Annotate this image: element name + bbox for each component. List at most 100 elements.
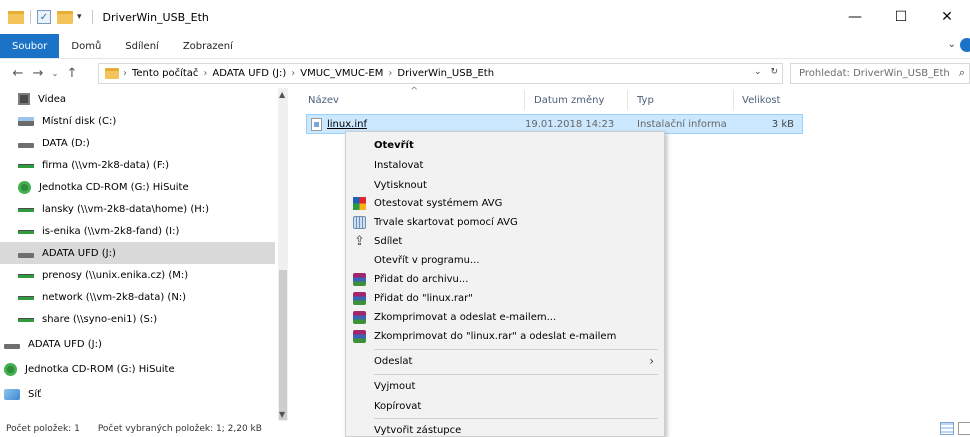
nav-item-j-drive[interactable]: ADATA UFD (J:): [0, 242, 275, 264]
winrar-icon: [353, 310, 366, 324]
menu-separator: [374, 418, 658, 419]
network-drive-icon: [18, 318, 34, 322]
back-button[interactable]: ←: [8, 66, 28, 81]
winrar-icon: [353, 291, 366, 305]
scroll-up-icon[interactable]: ▲: [279, 90, 285, 99]
scroll-thumb[interactable]: [279, 270, 287, 420]
menu-item-print[interactable]: Vytisknout: [346, 176, 664, 194]
nav-item-label: DATA (D:): [42, 137, 90, 149]
menu-item-label: Přidat do "linux.rar": [374, 292, 473, 304]
search-icon: ⌕: [958, 66, 965, 79]
column-divider[interactable]: [627, 90, 628, 110]
nav-item-m-drive[interactable]: prenosy (\\unix.enika.cz) (M:): [0, 264, 275, 286]
breadcrumb-driverwin[interactable]: DriverWin_USB_Eth: [397, 68, 494, 79]
menu-item-cut[interactable]: Vyjmout: [346, 377, 664, 395]
menu-item-add-linux-rar[interactable]: Přidat do "linux.rar": [346, 289, 664, 307]
avg-icon: [353, 196, 366, 210]
nav-item-label: Místní disk (C:): [42, 115, 117, 127]
up-button[interactable]: ↑: [62, 66, 82, 81]
nav-item-videa[interactable]: Videa: [0, 88, 275, 110]
help-icon[interactable]: [960, 38, 970, 52]
nav-item-label: is-enika (\\vm-2k8-fand) (I:): [42, 225, 180, 237]
nav-item-label: lansky (\\vm-2k8-data\home) (H:): [42, 203, 210, 215]
menu-item-label: Kopírovat: [374, 400, 422, 412]
properties-icon[interactable]: ✓: [37, 10, 51, 24]
menu-item-install[interactable]: Instalovat: [346, 156, 664, 174]
menu-item-label: Trvale skartovat pomocí AVG: [374, 216, 518, 228]
tab-soubor[interactable]: Soubor: [0, 34, 60, 58]
menu-item-label: Odeslat: [374, 355, 413, 367]
quick-access-toolbar: ✓ ▾: [0, 0, 99, 34]
maximize-button[interactable]: ☐: [878, 0, 924, 34]
status-bar: Počet položek: 1 Počet vybraných položek…: [0, 421, 970, 437]
menu-item-avg-shred[interactable]: Trvale skartovat pomocí AVG: [346, 213, 664, 231]
nav-item-i-drive[interactable]: is-enika (\\vm-2k8-fand) (I:): [0, 220, 275, 242]
breadcrumb-adata-ufd[interactable]: ADATA UFD (J:): [212, 68, 286, 79]
file-size: 3 kB: [771, 118, 794, 130]
expand-ribbon-icon[interactable]: ⌄: [948, 39, 956, 50]
menu-item-label: Vyjmout: [374, 380, 416, 392]
search-input[interactable]: Prohledat: DriverWin_USB_Eth: [799, 68, 950, 79]
menu-item-copy[interactable]: Kopírovat: [346, 397, 664, 415]
menu-item-label: Otevřít: [374, 139, 414, 151]
nav-item-c-drive[interactable]: Místní disk (C:): [0, 110, 275, 132]
menu-item-open[interactable]: Otevřít: [346, 136, 664, 154]
menu-item-share[interactable]: ⇪ Sdílet: [346, 232, 664, 250]
menu-item-label: Otevřít v programu...: [374, 254, 480, 266]
nav-item-network[interactable]: Síť: [0, 383, 275, 405]
customize-toolbar-icon[interactable]: ▾: [77, 12, 82, 22]
column-header-type[interactable]: Typ: [637, 88, 654, 112]
nav-item-label: ADATA UFD (J:): [42, 247, 116, 259]
menu-item-send-to[interactable]: Odeslat ›: [346, 352, 664, 370]
breadcrumb-vmuc[interactable]: VMUC_VMUC-EM: [300, 68, 383, 79]
network-drive-icon: [18, 230, 34, 234]
window-controls: — ☐ ✕: [832, 0, 970, 34]
menu-item-avg-scan[interactable]: Otestovat systémem AVG: [346, 194, 664, 212]
column-header-size[interactable]: Velikost: [742, 88, 780, 112]
tab-sdileni[interactable]: Sdílení: [113, 34, 171, 58]
nav-item-f-drive[interactable]: firma (\\vm-2k8-data) (F:): [0, 154, 275, 176]
breadcrumb-separator: ›: [123, 68, 127, 79]
details-view-icon[interactable]: [940, 422, 954, 435]
tab-domu[interactable]: Domů: [59, 34, 113, 58]
menu-item-label: Vytisknout: [374, 179, 427, 191]
menu-item-add-archive[interactable]: Přidat do archivu...: [346, 270, 664, 288]
nav-scrollbar[interactable]: ▲ ▼: [278, 88, 288, 421]
column-header-name[interactable]: Název: [308, 88, 339, 112]
minimize-button[interactable]: —: [832, 0, 878, 34]
tab-zobrazeni[interactable]: Zobrazení: [171, 34, 245, 58]
large-icons-view-icon[interactable]: [958, 422, 970, 435]
search-box[interactable]: Prohledat: DriverWin_USB_Eth ⌕: [790, 63, 970, 84]
nav-item-n-drive[interactable]: network (\\vm-2k8-data) (N:): [0, 286, 275, 308]
menu-item-label: Otestovat systémem AVG: [374, 197, 503, 209]
nav-item-adata-root[interactable]: ADATA UFD (J:): [0, 333, 275, 355]
breadcrumb-separator: ›: [203, 68, 208, 79]
nav-item-s-drive[interactable]: share (\\syno-eni1) (S:): [0, 308, 275, 330]
nav-item-cdrom-root[interactable]: Jednotka CD-ROM (G:) HiSuite: [0, 358, 275, 380]
menu-separator: [374, 374, 658, 375]
menu-item-open-with[interactable]: Otevřít v programu...: [346, 251, 664, 269]
menu-item-compress-email[interactable]: Zkomprimovat a odeslat e-mailem...: [346, 308, 664, 326]
network-drive-icon: [18, 296, 34, 300]
menu-item-label: Zkomprimovat a odeslat e-mailem...: [374, 311, 557, 323]
breadcrumb-this-pc[interactable]: Tento počítač: [132, 68, 198, 79]
recent-locations-button[interactable]: ⌄: [48, 69, 62, 78]
refresh-icon[interactable]: ↻: [770, 67, 778, 77]
nav-item-h-drive[interactable]: lansky (\\vm-2k8-data\home) (H:): [0, 198, 275, 220]
address-bar[interactable]: › Tento počítač › ADATA UFD (J:) › VMUC_…: [98, 63, 783, 84]
column-divider[interactable]: [524, 90, 525, 110]
close-button[interactable]: ✕: [924, 0, 970, 34]
menu-separator: [374, 349, 658, 350]
breadcrumb-separator: ›: [388, 68, 393, 79]
nav-item-label: Videa: [38, 93, 67, 105]
menu-item-compress-linux-email[interactable]: Zkomprimovat do "linux.rar" a odeslat e-…: [346, 327, 664, 345]
column-divider[interactable]: [733, 90, 734, 110]
new-folder-icon[interactable]: [57, 10, 73, 24]
forward-button[interactable]: →: [28, 66, 48, 81]
nav-item-g-cdrom[interactable]: Jednotka CD-ROM (G:) HiSuite: [0, 176, 275, 198]
nav-item-d-drive[interactable]: DATA (D:): [0, 132, 275, 154]
column-header-date[interactable]: Datum změny: [534, 88, 604, 112]
scroll-down-icon[interactable]: ▼: [279, 410, 285, 419]
address-dropdown-icon[interactable]: ⌄: [754, 67, 762, 77]
drive-icon: [18, 142, 34, 148]
